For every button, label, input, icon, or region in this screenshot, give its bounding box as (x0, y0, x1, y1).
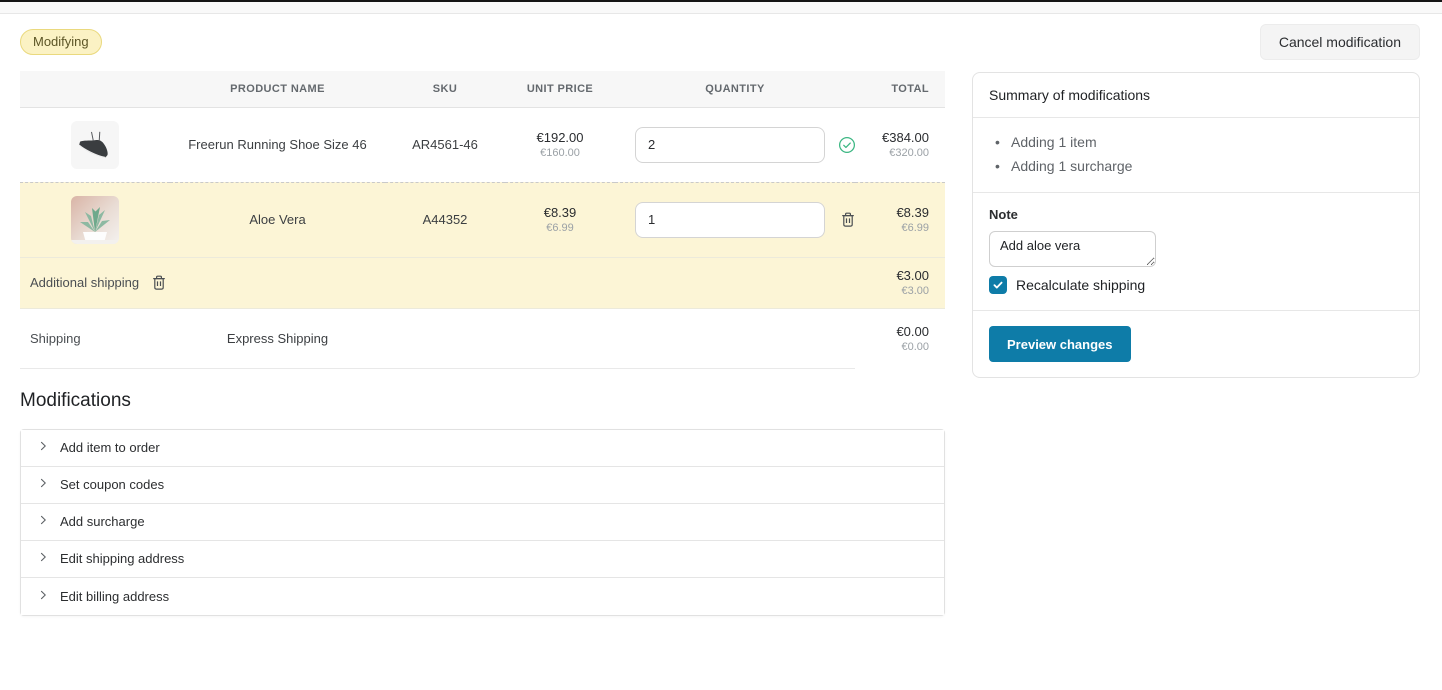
summary-footer: Preview changes (973, 311, 1419, 377)
product-thumbnail-shoe-image (71, 121, 119, 169)
quantity-valid-check-icon (838, 136, 856, 154)
quantity-input-shoe[interactable] (635, 127, 825, 163)
accordion-item-edit-shipping-address[interactable]: Edit shipping address (21, 541, 944, 578)
total-net: €0.00 (855, 341, 929, 353)
shipping-label: Shipping (20, 308, 170, 368)
column-header-quantity: QUANTITY (615, 71, 855, 107)
product-name: Aloe Vera (170, 182, 385, 257)
shipping-method: Express Shipping (170, 308, 385, 368)
order-items-section: PRODUCT NAME SKU UNIT PRICE QUANTITY TOT… (20, 71, 945, 616)
table-row-shoe: Freerun Running Shoe Size 46 AR4561-46 €… (20, 107, 945, 182)
column-header-total: TOTAL (855, 71, 945, 107)
accordion-item-label: Add surcharge (60, 514, 145, 529)
total-gross: €3.00 (855, 268, 929, 283)
unit-price-gross: €8.39 (505, 205, 615, 220)
note-section: Note Add aloe vera Recalculate shipping (973, 193, 1419, 311)
accordion-item-label: Add item to order (60, 440, 160, 455)
note-label: Note (989, 207, 1403, 222)
recalculate-shipping-checkbox[interactable]: Recalculate shipping (989, 276, 1403, 294)
top-bar (0, 2, 1442, 14)
table-row-surcharge: Additional shipping (20, 257, 945, 308)
recalculate-shipping-label: Recalculate shipping (1016, 277, 1145, 293)
total-net: €6.99 (855, 222, 929, 234)
total-cell: €0.00 €0.00 (855, 308, 945, 368)
total-gross: €8.39 (855, 205, 929, 220)
cancel-modification-button[interactable]: Cancel modification (1260, 24, 1420, 60)
modifications-accordion: Add item to order Set coupon codes Add s… (20, 429, 945, 616)
remove-item-trash-icon[interactable] (838, 209, 858, 230)
product-sku: A44352 (385, 182, 505, 257)
chevron-right-icon (37, 440, 49, 455)
summary-bullet-list: Adding 1 item Adding 1 surcharge (973, 118, 1419, 193)
summary-title: Summary of modifications (973, 73, 1419, 118)
checkbox-checked-icon (989, 276, 1007, 294)
column-header-product-name: PRODUCT NAME (170, 71, 385, 107)
unit-price-gross: €192.00 (505, 130, 615, 145)
table-row-aloe: Aloe Vera A44352 €8.39 €6.99 (20, 182, 945, 257)
unit-price-net: €160.00 (505, 147, 615, 159)
chevron-right-icon (37, 514, 49, 529)
total-gross: €384.00 (855, 130, 929, 145)
quantity-input-aloe[interactable] (635, 202, 825, 238)
note-textarea[interactable]: Add aloe vera (989, 231, 1156, 267)
order-items-table: PRODUCT NAME SKU UNIT PRICE QUANTITY TOT… (20, 71, 945, 369)
surcharge-label: Additional shipping (30, 275, 139, 290)
order-modification-page: Modifying Cancel modification PRODUCT NA… (0, 23, 1442, 616)
product-sku: AR4561-46 (385, 107, 505, 182)
chevron-right-icon (37, 551, 49, 566)
column-header-thumbnail (20, 71, 170, 107)
total-cell: €384.00 €320.00 (855, 107, 945, 182)
status-badge: Modifying (20, 29, 102, 55)
product-name: Freerun Running Shoe Size 46 (170, 107, 385, 182)
total-cell: €3.00 €3.00 (855, 257, 945, 308)
page-header: Modifying Cancel modification (20, 23, 1420, 61)
accordion-item-add-item[interactable]: Add item to order (21, 430, 944, 467)
chevron-right-icon (37, 589, 49, 604)
total-net: €320.00 (855, 147, 929, 159)
table-header-row: PRODUCT NAME SKU UNIT PRICE QUANTITY TOT… (20, 71, 945, 107)
accordion-item-label: Edit shipping address (60, 551, 184, 566)
unit-price-net: €6.99 (505, 222, 615, 234)
accordion-item-edit-billing-address[interactable]: Edit billing address (21, 578, 944, 615)
unit-price-cell: €192.00 €160.00 (505, 107, 615, 182)
accordion-item-add-surcharge[interactable]: Add surcharge (21, 504, 944, 541)
total-cell: €8.39 €6.99 (855, 182, 945, 257)
column-header-sku: SKU (385, 71, 505, 107)
column-header-unit-price: UNIT PRICE (505, 71, 615, 107)
table-row-shipping: Shipping Express Shipping €0.00 €0.00 (20, 308, 945, 368)
modifications-heading: Modifications (20, 390, 945, 412)
total-gross: €0.00 (855, 324, 929, 339)
summary-of-modifications-card: Summary of modifications Adding 1 item A… (972, 72, 1420, 378)
product-thumbnail-aloe-image (71, 196, 119, 244)
summary-bullet-item: Adding 1 item (989, 130, 1403, 154)
chevron-right-icon (37, 477, 49, 492)
total-net: €3.00 (855, 285, 929, 297)
accordion-item-label: Set coupon codes (60, 477, 164, 492)
summary-bullet-item: Adding 1 surcharge (989, 154, 1403, 178)
accordion-item-coupon-codes[interactable]: Set coupon codes (21, 467, 944, 504)
accordion-item-label: Edit billing address (60, 589, 169, 604)
remove-surcharge-trash-icon[interactable] (149, 272, 169, 293)
preview-changes-button[interactable]: Preview changes (989, 326, 1131, 362)
unit-price-cell: €8.39 €6.99 (505, 182, 615, 257)
